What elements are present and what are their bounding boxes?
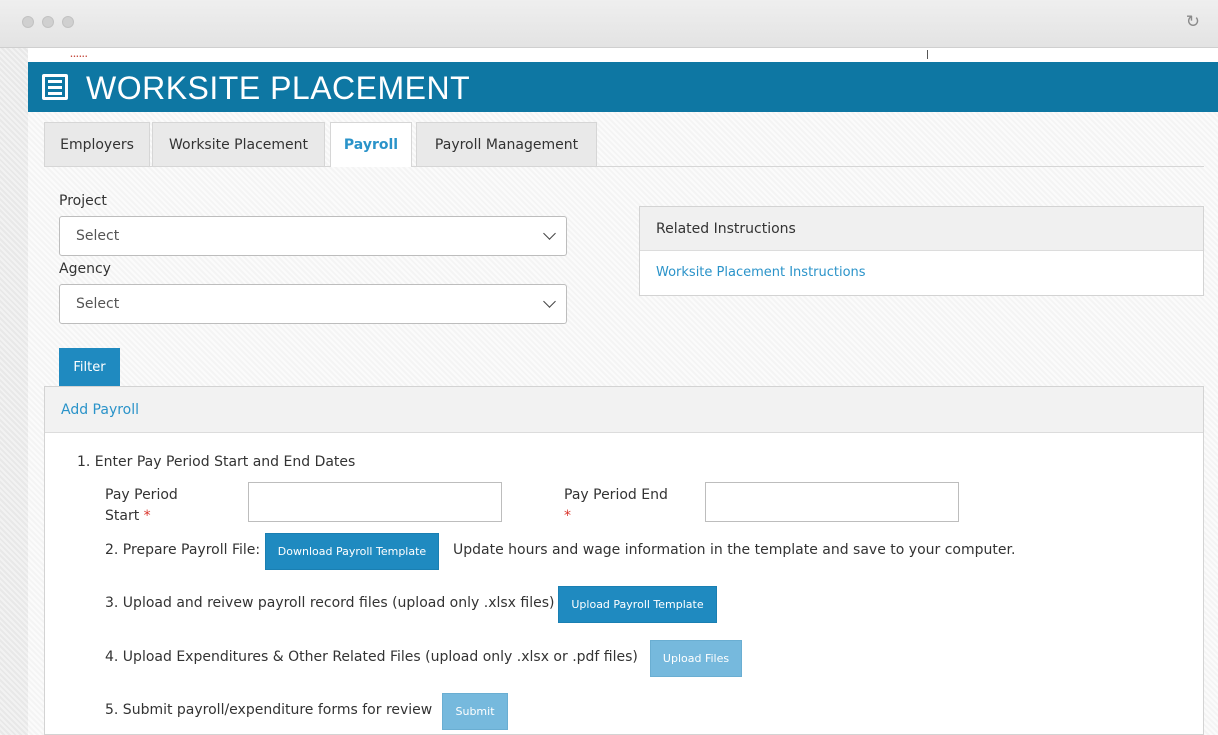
tab-worksite-placement[interactable]: Worksite Placement [152,122,325,166]
step-1-text: 1. Enter Pay Period Start and End Dates [77,454,356,470]
add-payroll-title[interactable]: Add Payroll [45,387,1203,433]
step-4-text: 4. Upload Expenditures & Other Related F… [105,649,638,665]
required-mark: * [564,508,571,524]
divider-tick [927,50,928,59]
tab-payroll[interactable]: Payroll [330,122,412,167]
pay-period-end-label: Pay Period End * [564,485,668,527]
filter-button[interactable]: Filter [59,348,120,386]
pay-period-start-input[interactable] [248,482,502,522]
upload-payroll-template-button[interactable]: Upload Payroll Template [558,586,717,623]
agency-select-value: Select [76,296,120,312]
list-icon [42,74,68,100]
submit-button[interactable]: Submit [442,693,508,730]
logo-fragment: •••••• [70,54,88,60]
chevron-down-icon [543,227,556,240]
step-5-text: 5. Submit payroll/expenditure forms for … [105,702,433,718]
pay-period-end-label-text: Pay Period End [564,487,668,503]
project-select[interactable]: Select [59,216,567,256]
page-content: WORKSITE PLACEMENT Employers Worksite Pl… [28,62,1218,735]
add-payroll-panel: Add Payroll 1. Enter Pay Period Start an… [44,386,1204,735]
upload-files-button[interactable]: Upload Files [650,640,742,677]
download-payroll-template-button[interactable]: Download Payroll Template [265,533,439,570]
pay-period-start-label-line1: Pay Period [105,487,178,503]
project-select-value: Select [76,228,120,244]
window-close-dot[interactable] [22,16,34,28]
page-title: WORKSITE PLACEMENT [86,70,471,106]
tab-payroll-management[interactable]: Payroll Management [416,122,597,166]
step-2-text: 2. Prepare Payroll File: [105,542,261,558]
reload-icon[interactable]: ↻ [1186,12,1200,32]
pay-period-start-label: Pay Period Start * [105,485,178,527]
step-3-text: 3. Upload and reivew payroll record file… [105,595,555,611]
tab-bar: Employers Worksite Placement Payroll Pay… [44,122,1204,167]
pay-period-end-input[interactable] [705,482,959,522]
agency-select[interactable]: Select [59,284,567,324]
page-header: WORKSITE PLACEMENT [28,62,1218,112]
window-minimize-dot[interactable] [42,16,54,28]
chevron-down-icon [543,295,556,308]
required-mark: * [143,508,151,524]
page-left-margin [0,48,28,735]
window-maximize-dot[interactable] [62,16,74,28]
project-label: Project [59,193,107,209]
worksite-placement-instructions-link[interactable]: Worksite Placement Instructions [656,265,866,280]
tab-employers[interactable]: Employers [44,122,150,166]
step-2-note: Update hours and wage information in the… [453,542,1016,558]
pay-period-start-label-line2: Start [105,508,140,524]
agency-label: Agency [59,261,111,277]
browser-chrome: ↻ [0,0,1218,48]
page-top-strip [28,48,1218,62]
related-instructions-title: Related Instructions [640,207,1203,251]
related-instructions-panel: Related Instructions Worksite Placement … [639,206,1204,296]
